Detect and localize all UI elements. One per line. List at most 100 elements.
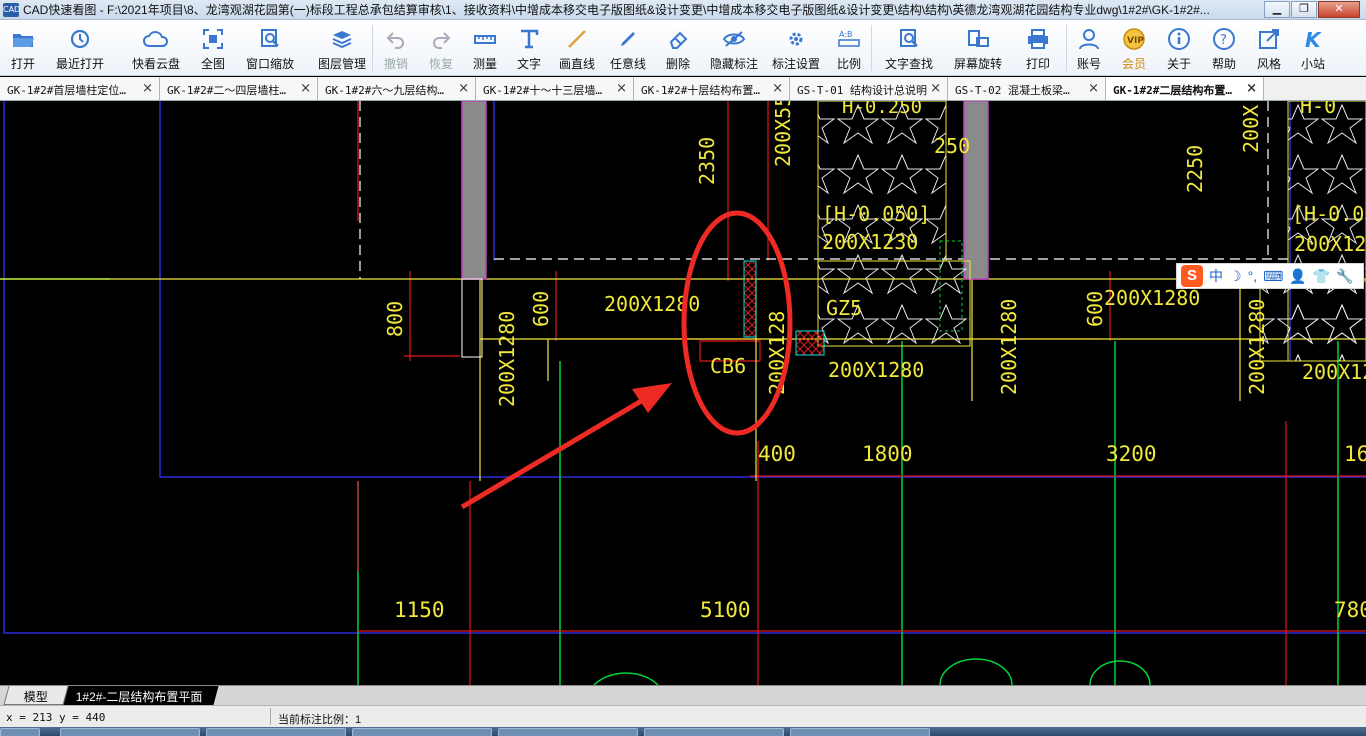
document-tab[interactable]: GK-1#2#二～四层墙柱… × bbox=[160, 77, 318, 100]
dim-label: 1800 bbox=[862, 442, 913, 466]
taskbar-item[interactable] bbox=[352, 728, 492, 736]
tab-close-icon[interactable]: × bbox=[772, 81, 783, 96]
keyboard-icon[interactable]: ⌨ bbox=[1263, 268, 1283, 285]
annotation-settings-button[interactable]: 标注设置 bbox=[765, 20, 827, 74]
document-tab[interactable]: GK-1#2#十层结构布置… × bbox=[634, 77, 790, 100]
zoom-window-icon bbox=[259, 26, 281, 52]
elevation-label: H-0.250 bbox=[842, 101, 922, 118]
layer-manager-button[interactable]: 图层管理 bbox=[312, 20, 372, 74]
open-button[interactable]: 打开 bbox=[0, 20, 46, 74]
beam-label: 200X1230 bbox=[822, 230, 918, 254]
taskbar-item[interactable] bbox=[790, 728, 930, 736]
title-bar: CAD CAD快速看图 - F:\2021年项目\8、龙湾观湖花园第(一)标段工… bbox=[0, 0, 1366, 20]
app-logo-icon: CAD bbox=[3, 2, 20, 17]
recent-open-button[interactable]: 最近打开 bbox=[46, 20, 114, 74]
tab-close-icon[interactable]: × bbox=[300, 81, 311, 96]
user-icon[interactable]: 👤 bbox=[1289, 268, 1306, 285]
freehand-button[interactable]: 任意线 bbox=[603, 20, 653, 74]
elevation-label: [H-0.050 bbox=[1292, 202, 1366, 226]
text-button[interactable]: 文字 bbox=[507, 20, 551, 74]
tab-close-icon[interactable]: × bbox=[1246, 81, 1257, 96]
beam-label: 200X1280 bbox=[495, 311, 519, 407]
document-tab[interactable]: GK-1#2#首层墙柱定位… × bbox=[0, 77, 160, 100]
cloud-drive-button[interactable]: 快看云盘 bbox=[114, 20, 198, 74]
dim-label: 600 bbox=[529, 291, 553, 327]
scale-button[interactable]: A:B 比例 bbox=[827, 20, 871, 74]
punctuation-icon[interactable]: °, bbox=[1248, 268, 1258, 284]
blue-outline-lines bbox=[3, 101, 1366, 634]
sogou-logo-icon[interactable]: S bbox=[1181, 265, 1203, 287]
measure-button[interactable]: 测量 bbox=[463, 20, 507, 74]
taskbar-item[interactable] bbox=[60, 728, 200, 736]
tab-model-label: 模型 bbox=[23, 690, 48, 704]
help-button[interactable]: ? 帮助 bbox=[1201, 20, 1247, 74]
dim-label: 600 bbox=[1083, 291, 1107, 327]
hide-annotation-button[interactable]: 隐藏标注 bbox=[703, 20, 765, 74]
tab-model[interactable]: 模型 bbox=[3, 686, 69, 705]
zoom-window-button[interactable]: 窗口缩放 bbox=[228, 20, 312, 74]
document-tabs: GK-1#2#首层墙柱定位… × GK-1#2#二～四层墙柱… × GK-1#2#六… bbox=[0, 77, 1366, 101]
help-icon: ? bbox=[1212, 26, 1236, 52]
tools-icon[interactable]: 🔧 bbox=[1336, 268, 1353, 285]
beam-label: 200X123 bbox=[1294, 232, 1366, 256]
tab-layout-sheet-label: 1#2#-二层结构布置平面 bbox=[75, 690, 203, 704]
annotation-scale-status: 当前标注比例：1 bbox=[278, 714, 362, 726]
taskbar-item[interactable] bbox=[644, 728, 784, 736]
minimize-button[interactable]: ▁ bbox=[1264, 1, 1290, 18]
dim-label: 780 bbox=[1334, 598, 1366, 622]
draw-line-button[interactable]: 画直线 bbox=[551, 20, 603, 74]
document-tab[interactable]: GK-1#2#十～十三层墙… × bbox=[476, 77, 634, 100]
ime-mode-toggle[interactable]: 中 bbox=[1209, 266, 1223, 286]
tab-layout-sheet[interactable]: 1#2#-二层结构布置平面 bbox=[63, 686, 219, 705]
moon-icon[interactable]: ☽ bbox=[1229, 268, 1242, 285]
account-button[interactable]: 账号 bbox=[1067, 20, 1111, 74]
close-button[interactable]: ✕ bbox=[1318, 1, 1360, 18]
ime-toolbar[interactable]: S 中 ☽ °, ⌨ 👤 👕 🔧 bbox=[1176, 263, 1364, 289]
text-search-icon bbox=[898, 26, 920, 52]
style-button[interactable]: 风格 bbox=[1247, 20, 1291, 74]
tab-close-icon[interactable]: × bbox=[930, 81, 941, 96]
os-taskbar bbox=[0, 727, 1366, 736]
dim-label: 400 bbox=[758, 442, 796, 466]
beam-label: 200X1280 bbox=[828, 358, 924, 382]
dim-label: 2350 bbox=[695, 137, 719, 185]
text-search-button[interactable]: 文字查找 bbox=[872, 20, 946, 74]
elevation-label: H-0 bbox=[1300, 101, 1336, 118]
cloud-icon bbox=[142, 26, 170, 52]
document-tab[interactable]: GS-T-02 混凝土板梁… × bbox=[948, 77, 1106, 100]
maximize-button[interactable]: ❐ bbox=[1291, 1, 1317, 18]
print-button[interactable]: 打印 bbox=[1010, 20, 1066, 74]
undo-button[interactable]: 撤销 bbox=[373, 20, 419, 74]
document-tab[interactable]: GK-1#2#六～九层结构… × bbox=[318, 77, 476, 100]
document-tab[interactable]: GS-T-01 结构设计总说明 × bbox=[790, 77, 948, 100]
dim-label: 800 bbox=[383, 301, 407, 337]
redo-button[interactable]: 恢复 bbox=[419, 20, 463, 74]
annotation-arrow bbox=[460, 394, 650, 510]
dim-label: 250 bbox=[934, 134, 970, 158]
vip-button[interactable]: VIP 会员 bbox=[1111, 20, 1157, 74]
tab-close-icon[interactable]: × bbox=[616, 81, 627, 96]
dim-label: 16 bbox=[1344, 442, 1366, 466]
screen-rotate-button[interactable]: 屏幕旋转 bbox=[946, 20, 1010, 74]
fit-all-button[interactable]: 全图 bbox=[198, 20, 228, 74]
start-button[interactable] bbox=[0, 728, 40, 736]
main-toolbar: 打开 最近打开 快看云盘 全图 窗口缩放 图层管理 撤销 恢复 测量 文字 画直… bbox=[0, 20, 1366, 76]
about-button[interactable]: 关于 bbox=[1157, 20, 1201, 74]
cad-drawing: 2350 200X55 250 2250 200X H-0.250 [H-0.0… bbox=[0, 101, 1366, 685]
tab-close-icon[interactable]: × bbox=[1088, 81, 1099, 96]
delete-button[interactable]: 删除 bbox=[653, 20, 703, 74]
taskbar-item[interactable] bbox=[206, 728, 346, 736]
undo-icon bbox=[385, 26, 407, 52]
site-button[interactable]: K 小站 bbox=[1291, 20, 1335, 74]
annotation-arrowhead bbox=[632, 383, 672, 413]
taskbar-item[interactable] bbox=[498, 728, 638, 736]
tab-close-icon[interactable]: × bbox=[142, 81, 153, 96]
tab-close-icon[interactable]: × bbox=[458, 81, 469, 96]
skin-icon[interactable]: 👕 bbox=[1313, 268, 1330, 285]
drawing-canvas[interactable]: 2350 200X55 250 2250 200X H-0.250 [H-0.0… bbox=[0, 101, 1366, 685]
site-icon: K bbox=[1302, 26, 1324, 52]
document-tab-active[interactable]: GK-1#2#二层结构布置… × bbox=[1106, 77, 1264, 100]
printer-icon bbox=[1026, 26, 1050, 52]
cursor-coordinates: x = 213 y = 440 bbox=[6, 711, 106, 724]
dim-label: 5100 bbox=[700, 598, 751, 622]
